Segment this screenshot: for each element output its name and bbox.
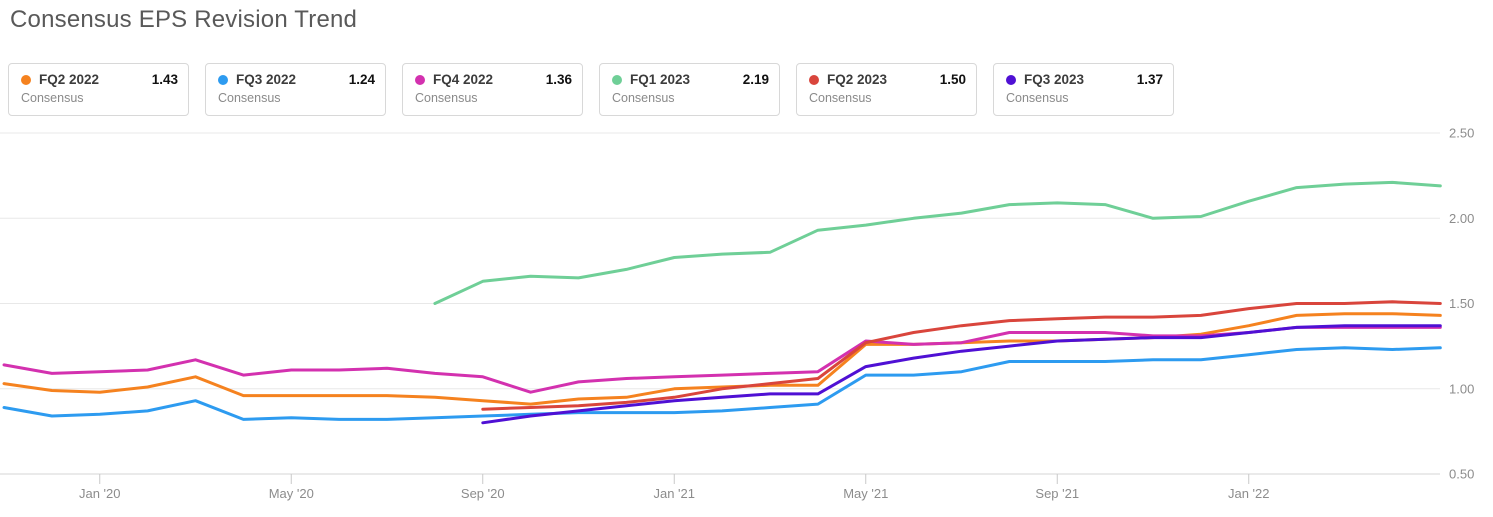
- legend-card-fq2-2022[interactable]: FQ2 2022 1.43 Consensus: [8, 63, 189, 116]
- series-color-dot-icon: [1006, 74, 1016, 85]
- chart-plot-area[interactable]: 2.50 2.00 1.50 1.00 0.50 Jan '20 May '20 Sep '2…: [0, 120, 1493, 517]
- legend-series-label: FQ3 2022: [236, 72, 297, 87]
- series-line-fq2-2023-consensus[interactable]: [481, 300, 1442, 411]
- legend-card-fq3-2023[interactable]: FQ3 2023 1.37 Consensus: [993, 63, 1174, 116]
- legend-card-row: FQ2 2022 1.43: [21, 72, 178, 87]
- legend-card-fq1-2023[interactable]: FQ1 2023 2.19 Consensus: [599, 63, 780, 116]
- legend: FQ2 2022 1.43 Consensus FQ3 2022 1.24 Consens…: [8, 63, 1174, 116]
- y-axis-tick-label: 1.00: [1449, 381, 1474, 396]
- y-axis-tick-label: 0.50: [1449, 467, 1474, 482]
- legend-consensus-sublabel: Consensus: [218, 91, 281, 105]
- series-color-dot-icon: [218, 74, 228, 85]
- legend-series-value: 1.37: [1136, 72, 1163, 87]
- series-color-dot-icon: [612, 74, 622, 85]
- legend-series-label: FQ2 2023: [827, 72, 888, 87]
- series-line-fq4-2022-consensus[interactable]: [2, 325, 1442, 394]
- legend-card-fq4-2022[interactable]: FQ4 2022 1.36 Consensus: [402, 63, 583, 116]
- legend-card-fq3-2022[interactable]: FQ3 2022 1.24 Consensus: [205, 63, 386, 116]
- legend-series-value: 1.50: [939, 72, 966, 87]
- legend-consensus-sublabel: Consensus: [415, 91, 478, 105]
- legend-consensus-sublabel: Consensus: [612, 91, 675, 105]
- x-axis-tick-label: May '21: [843, 486, 888, 501]
- series-color-dot-icon: [809, 74, 819, 85]
- series-color-dot-icon: [415, 74, 425, 85]
- legend-card-row: FQ3 2022 1.24: [218, 72, 375, 87]
- x-axis-tick-label: Jan '20: [79, 486, 121, 501]
- x-axis-tick-label: Sep '21: [1035, 486, 1079, 501]
- legend-card-row: FQ2 2023 1.50: [809, 72, 966, 87]
- legend-series-label: FQ2 2022: [39, 72, 100, 87]
- legend-series-label: FQ4 2022: [433, 72, 494, 87]
- x-axis-tick-label: Sep '20: [461, 486, 505, 501]
- legend-series-value: 2.19: [742, 72, 769, 87]
- series-line-fq3-2023-consensus[interactable]: [481, 324, 1442, 425]
- y-axis-tick-label: 2.00: [1449, 211, 1474, 226]
- y-axis-tick-label: 2.50: [1449, 126, 1474, 141]
- series-line-fq3-2022-consensus[interactable]: [2, 346, 1442, 421]
- series-line-fq2-2022-consensus[interactable]: [2, 312, 1442, 406]
- legend-series-value: 1.36: [545, 72, 572, 87]
- line-chart-svg: 2.50 2.00 1.50 1.00 0.50 Jan '20 May '20 Sep '2…: [0, 126, 1474, 501]
- legend-series-value: 1.43: [151, 72, 178, 87]
- legend-card-row: FQ1 2023 2.19: [612, 72, 769, 87]
- x-axis-tick-label: Jan '21: [653, 486, 695, 501]
- legend-card-row: FQ3 2023 1.37: [1006, 72, 1163, 87]
- legend-series-label: FQ1 2023: [630, 72, 691, 87]
- legend-card-fq2-2023[interactable]: FQ2 2023 1.50 Consensus: [796, 63, 977, 116]
- series-color-dot-icon: [21, 74, 31, 85]
- legend-card-row: FQ4 2022 1.36: [415, 72, 572, 87]
- legend-consensus-sublabel: Consensus: [809, 91, 872, 105]
- legend-consensus-sublabel: Consensus: [1006, 91, 1069, 105]
- eps-revision-chart-widget: Consensus EPS Revision Trend FQ2 2022 1.4…: [0, 0, 1493, 517]
- x-axis-tick-label: Jan '22: [1228, 486, 1270, 501]
- x-axis-tick-label: May '20: [269, 486, 314, 501]
- legend-consensus-sublabel: Consensus: [21, 91, 84, 105]
- series-line-fq1-2023-consensus[interactable]: [433, 180, 1442, 305]
- legend-series-label: FQ3 2023: [1024, 72, 1085, 87]
- chart-title: Consensus EPS Revision Trend: [10, 6, 358, 33]
- legend-series-value: 1.24: [348, 72, 375, 87]
- y-axis-tick-label: 1.50: [1449, 296, 1474, 311]
